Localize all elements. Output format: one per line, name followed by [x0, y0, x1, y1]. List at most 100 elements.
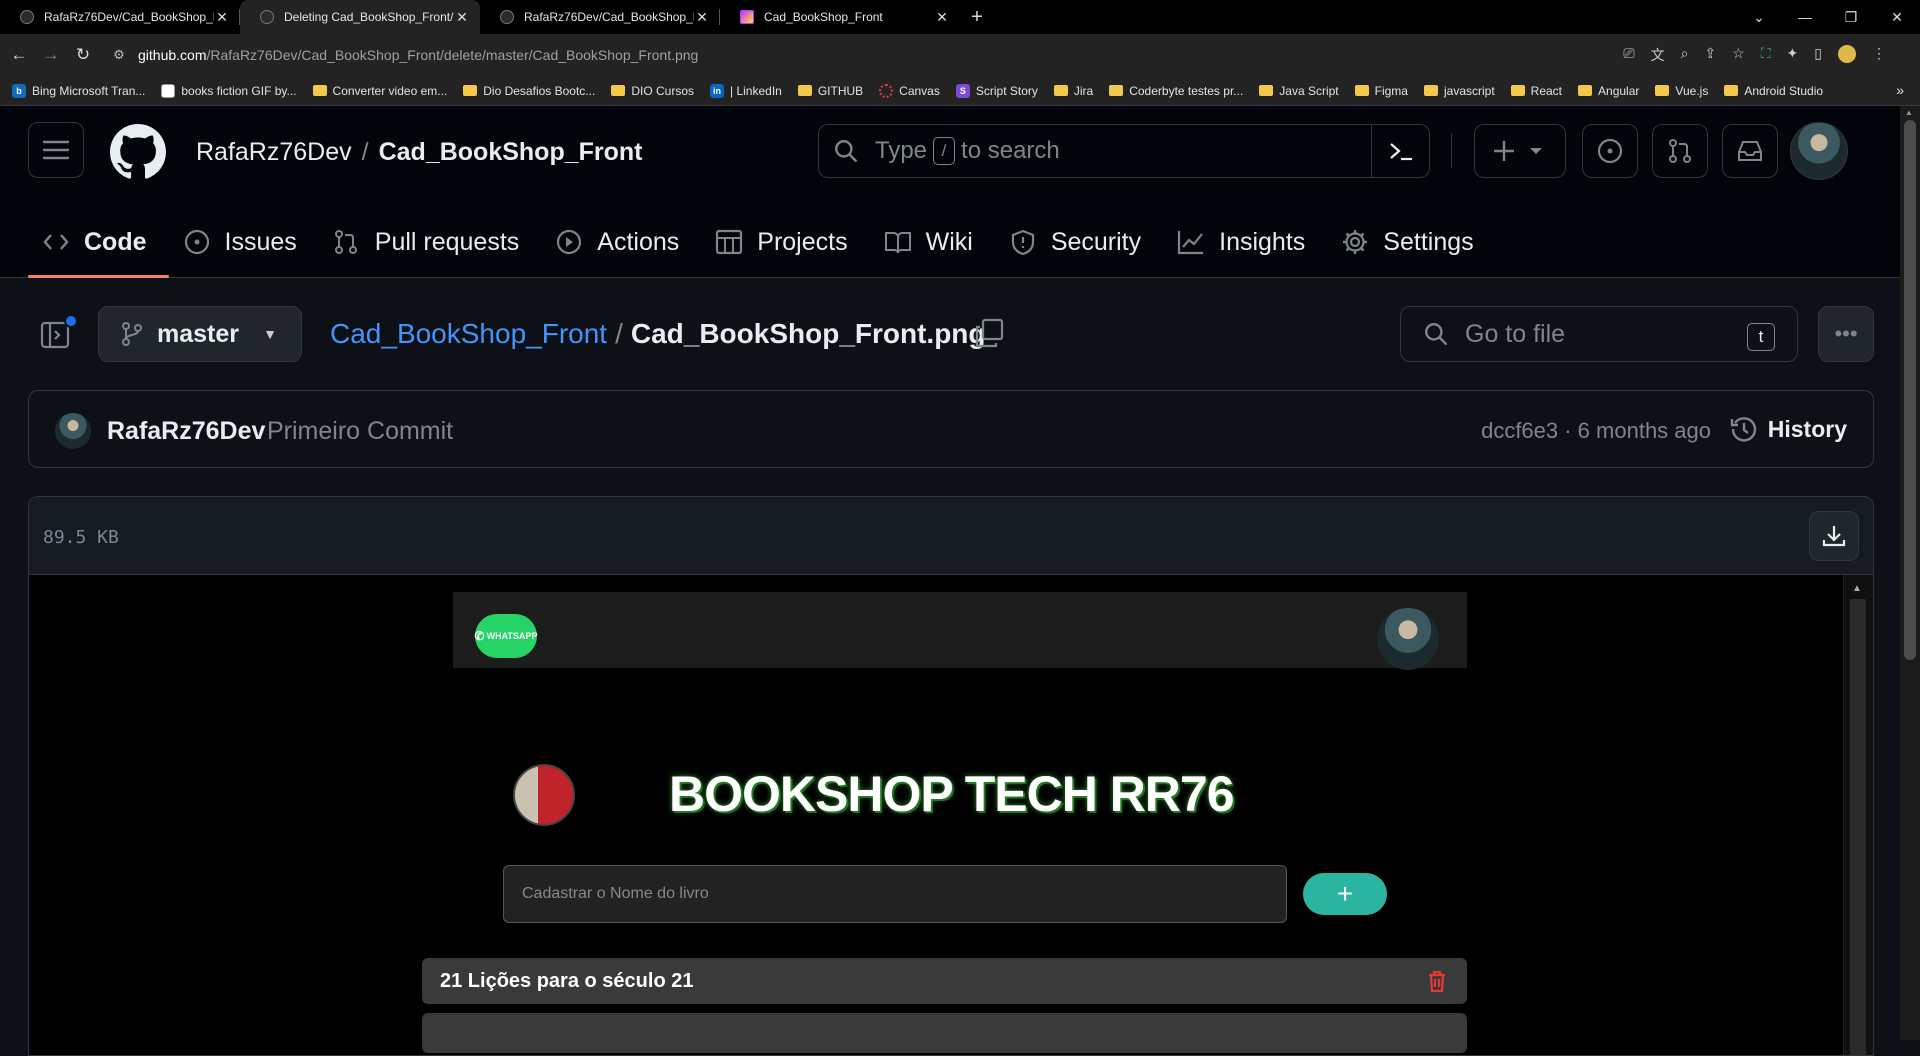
back-icon[interactable]: ← [6, 41, 32, 69]
address-bar-actions: ⎚ 文 ⌕ ⇪ ☆ ⛶ ✦ ▯ ⋮ [1623, 45, 1886, 65]
kebab-horizontal-icon: ••• [1834, 321, 1858, 346]
file-tree-toggle-button[interactable] [40, 314, 78, 350]
user-avatar[interactable] [1790, 122, 1848, 180]
folder-icon [797, 85, 812, 96]
bookmark-item[interactable]: Vue.js [1655, 84, 1708, 98]
tab-pull-requests[interactable]: Pull requests [319, 206, 542, 278]
bookmark-item[interactable]: Android Studio [1724, 84, 1823, 98]
create-new-button[interactable] [1474, 124, 1566, 178]
browser-tab-active[interactable]: Deleting Cad_BookShop_Front/C ✕ [240, 0, 480, 34]
tab-security[interactable]: Security [995, 206, 1163, 278]
forward-icon[interactable]: → [38, 41, 64, 69]
projects-table-icon [716, 229, 743, 255]
bookmark-item[interactable]: Jira [1053, 84, 1093, 98]
copy-path-button[interactable] [974, 318, 1004, 348]
close-tab-icon[interactable]: ✕ [454, 9, 470, 26]
tab-actions[interactable]: Actions [541, 206, 701, 278]
tab-issues[interactable]: Issues [169, 206, 319, 278]
preview-avatar [1377, 608, 1439, 670]
preview-scrollbar[interactable]: ▲ [1843, 575, 1873, 1055]
branch-selector[interactable]: master ▼ [98, 306, 302, 362]
folder-icon [1259, 85, 1274, 96]
bookmark-item[interactable]: Java Script [1259, 84, 1339, 98]
bookmark-item[interactable]: javascript [1423, 84, 1495, 98]
tab-label: Issues [224, 227, 297, 256]
go-to-file-input[interactable]: Go to file t [1400, 306, 1798, 362]
page-scrollbar[interactable]: ▲ [1900, 106, 1920, 1040]
scroll-up-arrow-icon[interactable]: ▲ [1905, 108, 1913, 117]
close-tab-icon[interactable]: ✕ [934, 9, 950, 26]
history-button[interactable]: History [1730, 415, 1847, 443]
bookmark-item[interactable]: Angular [1578, 84, 1639, 98]
site-info-icon[interactable]: ⚙ [108, 47, 130, 63]
new-tab-button[interactable]: + [960, 0, 994, 34]
bookmark-item[interactable]: Coderbyte testes pr... [1109, 84, 1243, 98]
bookmark-item[interactable]: books fiction GIF by... [161, 83, 297, 98]
bookmark-item[interactable]: Figma [1354, 84, 1408, 98]
pull-requests-button[interactable] [1652, 124, 1708, 178]
install-app-icon[interactable]: ⎚ [1623, 45, 1634, 65]
profile-avatar-icon[interactable] [1838, 45, 1856, 63]
share-icon[interactable]: ⇪ [1704, 45, 1716, 65]
repo-link[interactable]: Cad_BookShop_Front [379, 138, 643, 166]
bookmark-item[interactable]: Converter video em... [312, 84, 447, 98]
bookmark-item[interactable]: Dio Desafios Bootc... [463, 84, 595, 98]
tab-settings[interactable]: Settings [1327, 206, 1495, 278]
tab-code[interactable]: Code [28, 206, 169, 278]
bookmark-item[interactable]: S Script Story [955, 83, 1038, 98]
tab-insights[interactable]: Insights [1163, 206, 1327, 278]
github-logo-icon[interactable] [110, 124, 166, 180]
browser-tab[interactable]: Cad_BookShop_Front ✕ [720, 0, 960, 34]
book-icon [884, 232, 911, 254]
bookmark-item[interactable]: GITHUB [797, 83, 864, 98]
minimize-button[interactable]: — [1782, 0, 1828, 34]
side-panel-icon[interactable]: ▯ [1814, 45, 1822, 65]
scroll-up-arrow-icon[interactable]: ▲ [1852, 583, 1862, 594]
download-button[interactable] [1809, 511, 1859, 561]
bookmark-item[interactable]: in | LinkedIn [710, 83, 782, 98]
preview-book-input: Cadastrar o Nome do livro [503, 865, 1287, 923]
commit-meta[interactable]: dccf6e3 · 6 months ago [1481, 418, 1711, 444]
bookmark-item[interactable]: React [1510, 84, 1562, 98]
more-options-button[interactable]: ••• [1818, 306, 1874, 362]
inbox-button[interactable] [1722, 124, 1778, 178]
repo-root-link[interactable]: Cad_BookShop_Front [330, 318, 607, 349]
close-window-button[interactable]: ✕ [1874, 0, 1920, 34]
bookmark-item[interactable]: DIO Cursos [611, 84, 694, 98]
search-prefix: Type [875, 137, 928, 164]
issues-button[interactable] [1582, 124, 1638, 178]
restore-button[interactable]: ❐ [1828, 0, 1874, 34]
close-tab-icon[interactable]: ✕ [694, 9, 710, 26]
tab-projects[interactable]: Projects [701, 206, 869, 278]
translate-icon[interactable]: 文 [1651, 45, 1665, 65]
global-search-input[interactable]: Type / to search [818, 124, 1430, 178]
hamburger-menu-button[interactable] [28, 122, 84, 178]
reload-icon[interactable]: ↻ [70, 41, 96, 69]
bookmark-item[interactable]: b Bing Microsoft Tran... [12, 83, 145, 98]
commit-message[interactable]: Primeiro Commit [267, 417, 453, 446]
extensions-puzzle-icon[interactable]: ✦ [1787, 45, 1799, 65]
browser-menu-icon[interactable]: ⋮ [1872, 45, 1886, 65]
owner-link[interactable]: RafaRz76Dev [196, 138, 352, 166]
more-bookmarks-icon[interactable]: » [1896, 82, 1904, 98]
command-palette-button[interactable] [1371, 125, 1429, 177]
address-bar[interactable]: ⚙ github.com/RafaRz76Dev/Cad_BookShop_Fr… [108, 38, 1898, 72]
page-scrollbar-thumb[interactable] [1904, 120, 1916, 660]
whatsapp-button: ✆ WHATSAPP [475, 614, 537, 658]
bookmark-star-icon[interactable]: ☆ [1732, 45, 1745, 65]
browser-tab[interactable]: RafaRz76Dev/Cad_BookShop_Fro ✕ [0, 0, 240, 34]
browser-tab[interactable]: RafaRz76Dev/Cad_BookShop_Fro ✕ [480, 0, 720, 34]
tab-label: Code [84, 227, 147, 256]
tab-wiki[interactable]: Wiki [870, 206, 995, 278]
commit-author-avatar[interactable] [55, 413, 91, 449]
bookmark-item[interactable]: Canvas [879, 83, 940, 98]
tab-search-chevron-icon[interactable]: ⌄ [1736, 0, 1782, 34]
image-preview: ✆ WHATSAPP BOOKSHOP TECH RR76 Cadastrar o… [29, 575, 1845, 1055]
zoom-icon[interactable]: ⌕ [1681, 45, 1689, 65]
extension-icon[interactable]: ⛶ [1761, 45, 1771, 65]
scrollbar-thumb[interactable] [1850, 599, 1866, 1055]
trash-icon [1429, 970, 1445, 992]
bookmark-label: GITHUB [817, 83, 864, 98]
commit-author[interactable]: RafaRz76Dev [107, 417, 265, 446]
close-tab-icon[interactable]: ✕ [214, 9, 230, 26]
